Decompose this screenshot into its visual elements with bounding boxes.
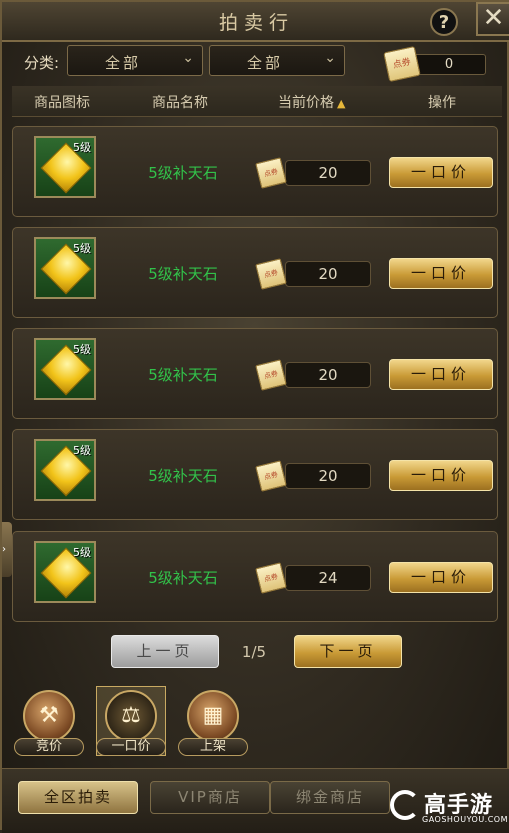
table-row: 5级 5级补天石 点券 20 一口价 xyxy=(12,126,498,217)
coupon-icon: 点券 xyxy=(255,258,287,290)
shelf-icon: ▦ xyxy=(187,690,239,742)
item-slot[interactable]: 5级 xyxy=(34,439,96,501)
item-name: 5级补天石 xyxy=(148,467,218,485)
item-name: 5级补天石 xyxy=(148,164,218,182)
buyout-button[interactable]: 一口价 xyxy=(389,359,493,390)
logo-subtext: GAOSHOUYOU.COM xyxy=(422,815,509,824)
mode-label: 竞价 xyxy=(14,738,84,756)
buyout-button[interactable]: 一口价 xyxy=(389,562,493,593)
chevron-down-icon: ⌄ xyxy=(182,50,194,66)
mode-bid-button[interactable]: ⚒ 竞价 xyxy=(12,690,86,758)
item-level: 5级 xyxy=(73,141,91,154)
item-name: 5级补天石 xyxy=(148,569,218,587)
item-price: 24 xyxy=(285,565,371,591)
mode-label: 一口价 xyxy=(96,738,166,756)
mode-list-button[interactable]: ▦ 上架 xyxy=(176,690,250,758)
page-indicator: 1/5 xyxy=(241,643,267,661)
table-header: 商品图标 商品名称 当前价格 ▲ 操作 xyxy=(12,86,502,117)
buyout-button[interactable]: 一口价 xyxy=(389,460,493,491)
category-select-value: 全部 xyxy=(104,54,141,72)
auction-window: 拍卖行 ? ✕ 分类: 全部 ⌄ 全部 ⌄ 点券 0 商品图标 商品名称 当前价… xyxy=(0,0,509,833)
item-price: 20 xyxy=(285,160,371,186)
mode-label: 上架 xyxy=(178,738,248,756)
scale-icon: ⚖ xyxy=(105,690,157,742)
category-select-sub[interactable]: 全部 ⌄ xyxy=(209,45,345,76)
header-action: 操作 xyxy=(428,95,456,111)
item-slot[interactable]: 5级 xyxy=(34,136,96,198)
coupon-icon: 点券 xyxy=(255,460,287,492)
coupon-balance: 0 xyxy=(412,54,486,75)
table-row: 5级 5级补天石 点券 20 一口价 xyxy=(12,328,498,419)
table-row: 5级 5级补天石 点券 20 一口价 xyxy=(12,227,498,318)
sort-arrow-icon[interactable]: ▲ xyxy=(337,97,345,110)
title-bar: 拍卖行 ? ✕ xyxy=(2,2,509,42)
coupon-icon: 点券 xyxy=(255,359,287,391)
next-page-button[interactable]: 下一页 xyxy=(294,635,402,668)
tab-all-region-auction[interactable]: 全区拍卖 xyxy=(18,781,138,814)
item-level: 5级 xyxy=(73,546,91,559)
item-name: 5级补天石 xyxy=(148,366,218,384)
item-level: 5级 xyxy=(73,444,91,457)
gavel-icon: ⚒ xyxy=(23,690,75,742)
item-slot[interactable]: 5级 xyxy=(34,338,96,400)
help-icon[interactable]: ? xyxy=(430,8,458,36)
table-row: 5级 5级补天石 点券 24 一口价 xyxy=(12,531,498,622)
watermark-logo: 高手游 GAOSHOUYOU.COM xyxy=(390,784,508,828)
header-price-label: 当前价格 xyxy=(278,95,334,111)
logo-g-icon xyxy=(390,790,420,820)
buyout-button[interactable]: 一口价 xyxy=(389,157,493,188)
close-icon[interactable]: ✕ xyxy=(476,2,509,36)
item-price: 20 xyxy=(285,463,371,489)
item-name: 5级补天石 xyxy=(148,265,218,283)
chevron-down-icon: ⌄ xyxy=(324,50,336,66)
coupon-icon: 点券 xyxy=(383,46,421,82)
side-expand-handle[interactable]: › xyxy=(2,522,12,577)
coupon-icon: 点券 xyxy=(255,562,287,594)
item-level: 5级 xyxy=(73,343,91,356)
header-name: 商品名称 xyxy=(152,95,208,111)
header-price[interactable]: 当前价格 ▲ xyxy=(278,92,345,112)
buyout-button[interactable]: 一口价 xyxy=(389,258,493,289)
mode-buyout-button[interactable]: ⚖ 一口价 xyxy=(94,686,168,758)
table-row: 5级 5级补天石 点券 20 一口价 xyxy=(12,429,498,520)
item-slot[interactable]: 5级 xyxy=(34,237,96,299)
prev-page-button[interactable]: 上一页 xyxy=(111,635,219,668)
item-price: 20 xyxy=(285,362,371,388)
item-level: 5级 xyxy=(73,242,91,255)
category-select-value: 全部 xyxy=(246,54,283,72)
category-select-main[interactable]: 全部 ⌄ xyxy=(67,45,203,76)
item-slot[interactable]: 5级 xyxy=(34,541,96,603)
category-label: 分类: xyxy=(24,54,60,72)
tab-bound-gold-shop[interactable]: 绑金商店 xyxy=(270,781,390,814)
item-price: 20 xyxy=(285,261,371,287)
coupon-icon: 点券 xyxy=(255,157,287,189)
tab-vip-shop[interactable]: VIP商店 xyxy=(150,781,270,814)
header-icon: 商品图标 xyxy=(34,95,90,111)
